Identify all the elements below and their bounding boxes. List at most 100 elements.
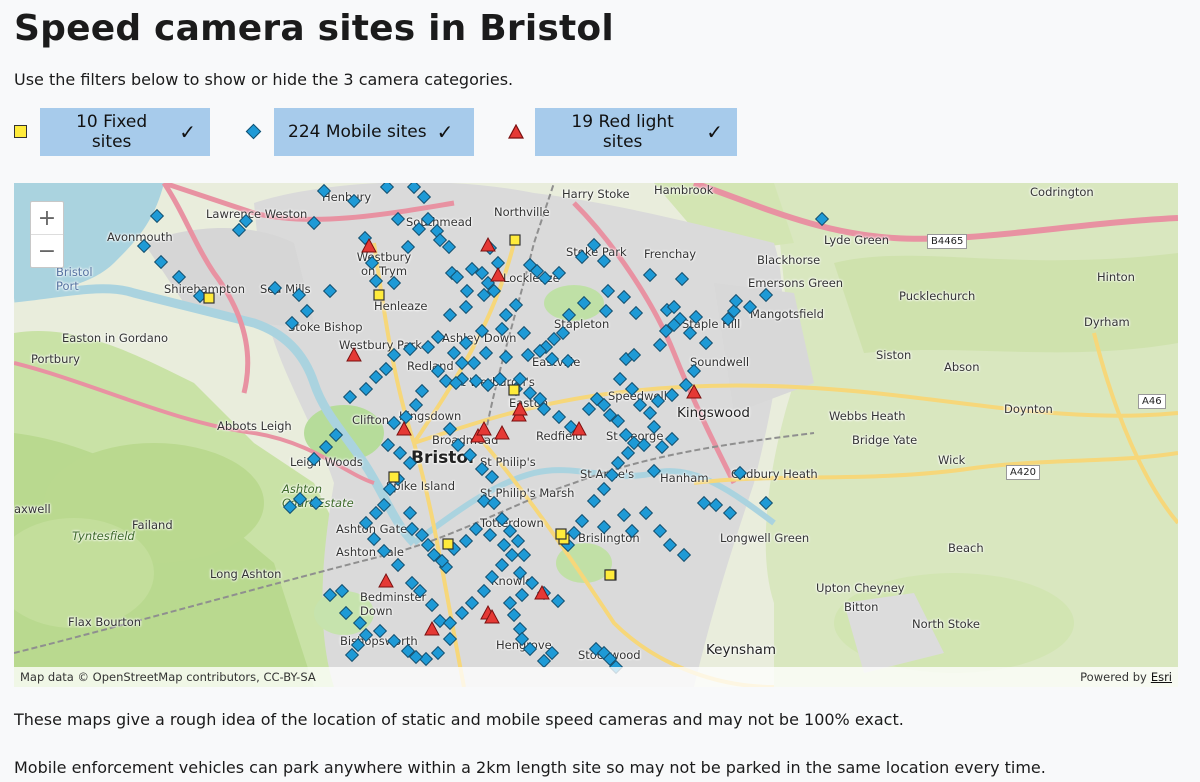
mobile-camera-marker[interactable]	[620, 445, 636, 461]
mobile-camera-marker[interactable]	[604, 467, 620, 483]
mobile-camera-marker[interactable]	[458, 299, 474, 315]
mobile-camera-marker[interactable]	[742, 299, 758, 315]
mobile-camera-marker[interactable]	[678, 377, 694, 393]
fixed-camera-marker[interactable]	[388, 471, 400, 483]
mobile-camera-marker[interactable]	[364, 255, 380, 271]
mobile-camera-marker[interactable]	[318, 439, 334, 455]
mobile-camera-marker[interactable]	[376, 497, 392, 513]
mobile-camera-marker[interactable]	[346, 193, 362, 209]
mobile-camera-marker[interactable]	[722, 505, 738, 521]
mobile-camera-marker[interactable]	[512, 565, 528, 581]
mobile-camera-marker[interactable]	[600, 283, 616, 299]
mobile-camera-marker[interactable]	[498, 307, 514, 323]
mobile-camera-marker[interactable]	[368, 273, 384, 289]
mobile-camera-marker[interactable]	[514, 631, 530, 647]
mobile-camera-marker[interactable]	[520, 347, 536, 363]
mobile-camera-marker[interactable]	[238, 213, 254, 229]
filter-red-light-sites-button[interactable]: 19 Red light sites ✓	[535, 108, 737, 156]
mobile-camera-marker[interactable]	[610, 455, 626, 471]
mobile-camera-marker[interactable]	[596, 481, 612, 497]
mobile-camera-marker[interactable]	[474, 461, 490, 477]
mobile-camera-marker[interactable]	[442, 421, 458, 437]
mobile-camera-marker[interactable]	[632, 397, 648, 413]
mobile-camera-marker[interactable]	[366, 531, 382, 547]
mobile-camera-marker[interactable]	[544, 351, 560, 367]
mobile-camera-marker[interactable]	[292, 491, 308, 507]
mobile-camera-marker[interactable]	[358, 381, 374, 397]
mobile-camera-marker[interactable]	[418, 651, 434, 667]
fixed-camera-marker[interactable]	[203, 292, 215, 304]
mobile-camera-marker[interactable]	[454, 605, 470, 621]
mobile-camera-marker[interactable]	[306, 215, 322, 231]
mobile-camera-marker[interactable]	[732, 465, 748, 481]
mobile-camera-marker[interactable]	[284, 315, 300, 331]
mobile-camera-marker[interactable]	[458, 533, 474, 549]
mobile-camera-marker[interactable]	[382, 481, 398, 497]
mobile-camera-marker[interactable]	[136, 238, 152, 254]
mobile-camera-marker[interactable]	[652, 337, 668, 353]
mobile-camera-marker[interactable]	[386, 347, 402, 363]
mobile-camera-marker[interactable]	[686, 363, 702, 379]
mobile-camera-marker[interactable]	[322, 587, 338, 603]
mobile-camera-marker[interactable]	[522, 385, 538, 401]
mobile-camera-marker[interactable]	[758, 287, 774, 303]
mobile-camera-marker[interactable]	[624, 381, 640, 397]
mobile-camera-marker[interactable]	[328, 427, 344, 443]
mobile-camera-marker[interactable]	[458, 335, 474, 351]
mobile-camera-marker[interactable]	[581, 401, 597, 417]
mobile-camera-marker[interactable]	[476, 583, 492, 599]
mobile-camera-marker[interactable]	[514, 587, 530, 603]
mobile-camera-marker[interactable]	[506, 607, 522, 623]
mobile-camera-marker[interactable]	[386, 633, 402, 649]
mobile-camera-marker[interactable]	[708, 497, 724, 513]
mobile-camera-marker[interactable]	[282, 499, 298, 515]
mobile-camera-marker[interactable]	[596, 519, 612, 535]
mobile-camera-marker[interactable]	[430, 645, 446, 661]
mobile-camera-marker[interactable]	[502, 523, 518, 539]
mobile-camera-marker[interactable]	[682, 325, 698, 341]
mobile-camera-marker[interactable]	[551, 409, 567, 425]
mobile-camera-marker[interactable]	[430, 363, 446, 379]
mobile-camera-marker[interactable]	[512, 621, 528, 637]
mobile-camera-marker[interactable]	[516, 325, 532, 341]
mobile-camera-marker[interactable]	[510, 533, 526, 549]
mobile-camera-marker[interactable]	[416, 189, 432, 205]
mobile-camera-marker[interactable]	[350, 637, 366, 653]
mobile-camera-marker[interactable]	[386, 275, 402, 291]
mobile-camera-marker[interactable]	[494, 511, 510, 527]
mobile-camera-marker[interactable]	[654, 439, 670, 455]
mobile-camera-marker[interactable]	[624, 523, 640, 539]
mobile-camera-marker[interactable]	[231, 222, 247, 238]
mobile-camera-marker[interactable]	[392, 445, 408, 461]
fixed-camera-marker[interactable]	[373, 289, 385, 301]
mobile-camera-marker[interactable]	[698, 335, 714, 351]
esri-link[interactable]: Esri	[1151, 670, 1172, 684]
mobile-camera-marker[interactable]	[454, 355, 470, 371]
mobile-camera-marker[interactable]	[574, 249, 590, 265]
mobile-camera-marker[interactable]	[414, 383, 430, 399]
mobile-camera-marker[interactable]	[402, 341, 418, 357]
mobile-camera-marker[interactable]	[386, 415, 402, 431]
mobile-camera-marker[interactable]	[636, 437, 652, 453]
red-light-camera-marker[interactable]	[378, 572, 394, 588]
mobile-camera-marker[interactable]	[650, 393, 666, 409]
mobile-camera-marker[interactable]	[420, 339, 436, 355]
mobile-camera-marker[interactable]	[502, 595, 518, 611]
mobile-camera-marker[interactable]	[344, 647, 360, 663]
mobile-camera-marker[interactable]	[342, 389, 358, 405]
mobile-camera-marker[interactable]	[267, 280, 283, 296]
red-light-camera-marker[interactable]	[476, 420, 492, 436]
mobile-camera-marker[interactable]	[586, 237, 602, 253]
mobile-camera-marker[interactable]	[430, 329, 446, 345]
fixed-camera-marker[interactable]	[555, 528, 567, 540]
mobile-camera-marker[interactable]	[414, 527, 430, 543]
mobile-camera-marker[interactable]	[544, 645, 560, 661]
mobile-camera-marker[interactable]	[626, 435, 642, 451]
mobile-camera-marker[interactable]	[480, 377, 496, 393]
mobile-camera-marker[interactable]	[522, 641, 538, 657]
mobile-camera-marker[interactable]	[616, 289, 632, 305]
mobile-camera-marker[interactable]	[149, 208, 165, 224]
mobile-camera-marker[interactable]	[438, 373, 454, 389]
mobile-camera-marker[interactable]	[466, 355, 482, 371]
mobile-camera-marker[interactable]	[642, 405, 658, 421]
